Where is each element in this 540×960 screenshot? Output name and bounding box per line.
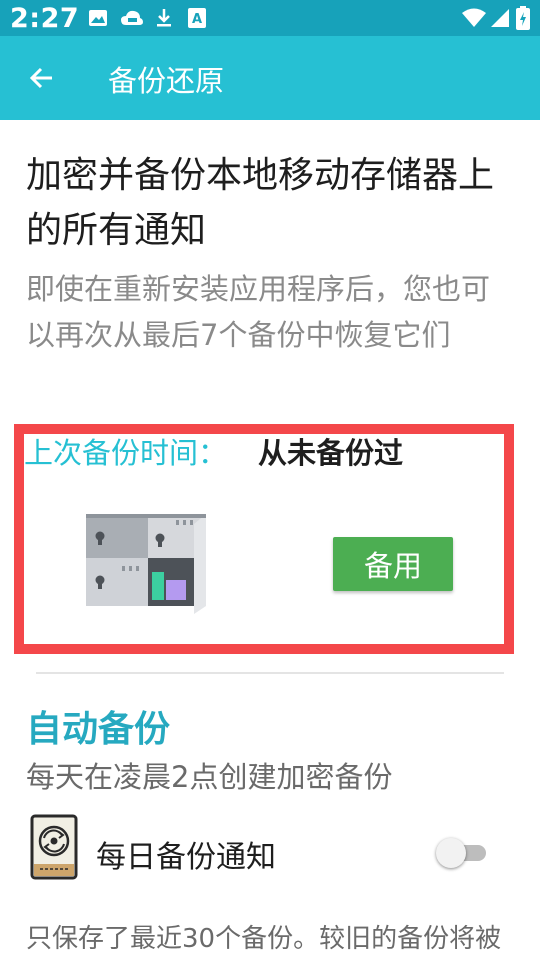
section-divider — [36, 672, 504, 674]
image-icon — [89, 10, 107, 26]
auto-backup-description: 每天在凌晨2点创建加密备份 — [26, 760, 393, 794]
daily-backup-notify-label: 每日备份通知 — [96, 840, 276, 875]
disk-sync-icon — [30, 814, 78, 880]
main-description: 即使在重新安装应用程序后，您也可以再次从最后7个备份中恢复它们 — [26, 272, 491, 352]
safe-locker-icon — [86, 514, 206, 614]
status-bar: 2:27 A — [0, 0, 540, 36]
app-bar: 备份还原 — [0, 36, 540, 120]
wifi-icon — [462, 8, 486, 27]
toggle-thumb — [436, 838, 466, 868]
text-app-icon: A — [188, 8, 206, 28]
signal-icon — [491, 9, 509, 27]
status-time: 2:27 — [10, 3, 80, 34]
backup-button[interactable]: 备用 — [333, 537, 453, 591]
svg-text:A: A — [192, 12, 202, 27]
daily-backup-notify-row[interactable]: 每日备份通知 — [0, 808, 540, 888]
daily-backup-notify-toggle[interactable] — [436, 838, 488, 868]
last-backup-label: 上次备份时间： — [24, 436, 228, 470]
page-title: 备份还原 — [108, 64, 225, 98]
arrow-left-icon[interactable] — [26, 62, 58, 94]
main-heading: 加密并备份本地移动存储器上的所有通知 — [26, 155, 495, 251]
last-backup-value: 从未备份过 — [258, 436, 404, 470]
footer-note: 只保存了最近30个备份。较旧的备份将被 — [26, 924, 502, 954]
cloud-icon — [121, 10, 143, 25]
download-icon — [157, 9, 171, 27]
battery-icon — [516, 6, 530, 30]
auto-backup-title: 自动备份 — [26, 709, 171, 750]
